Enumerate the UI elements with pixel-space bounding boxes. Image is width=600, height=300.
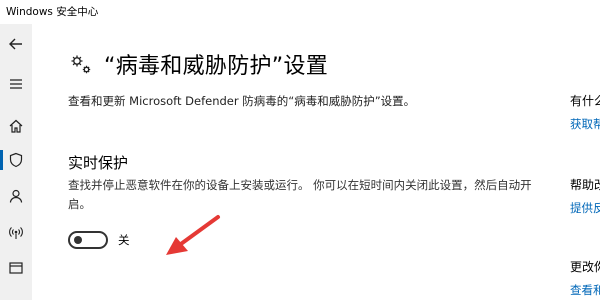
privacy-link[interactable]: 查看和 (570, 282, 600, 298)
realtime-toggle-row: 关 (68, 231, 130, 249)
page-title-text: “病毒和威胁防护”设置 (104, 54, 329, 79)
home-icon (9, 119, 23, 133)
person-icon (9, 189, 23, 203)
realtime-protection-toggle[interactable] (68, 231, 108, 249)
app-window: Windows 安全中心 “病毒和威胁防护”设置 查看和更新 Microsoft… (0, 0, 600, 300)
window-icon (9, 262, 23, 274)
nav-app-browser[interactable] (0, 252, 32, 284)
toggle-knob (74, 236, 82, 244)
window-title: Windows 安全中心 (6, 6, 99, 18)
main-content: “病毒和威胁防护”设置 查看和更新 Microsoft Defender 防病毒… (32, 24, 600, 300)
realtime-protection-description: 查找并停止恶意软件在你的设备上安装或运行。 你可以在短时间内关闭此设置，然后自动… (68, 178, 532, 211)
back-button[interactable] (0, 28, 32, 60)
page-title: “病毒和威胁防护”设置 (68, 46, 328, 82)
menu-button[interactable] (0, 68, 32, 100)
nav-account[interactable] (0, 180, 32, 212)
toggle-state-label: 关 (118, 233, 130, 247)
feedback-link[interactable]: 提供反 (570, 200, 600, 216)
nav-home[interactable] (0, 110, 32, 142)
nav-rail (0, 24, 32, 300)
hamburger-icon (10, 79, 22, 89)
right-heading-improve: 帮助改 (570, 178, 600, 192)
gears-icon (71, 55, 91, 74)
right-column: 有什么 获取帮 帮助改 提供反 更改你 查看和 (570, 24, 600, 300)
wireless-icon (9, 227, 23, 239)
red-arrow-annotation (166, 215, 220, 255)
title-bar: Windows 安全中心 (0, 0, 600, 24)
right-heading-privacy: 更改你 (570, 260, 600, 274)
get-help-link[interactable]: 获取帮 (570, 116, 600, 132)
realtime-protection-title: 实时保护 (68, 154, 129, 172)
nav-firewall[interactable] (0, 216, 32, 248)
page-description: 查看和更新 Microsoft Defender 防病毒的“病毒和威胁防护”设置… (68, 94, 416, 108)
back-arrow-icon (9, 38, 22, 50)
shield-icon (9, 152, 23, 168)
right-heading-questions: 有什么 (570, 94, 600, 108)
nav-virus-protection[interactable] (0, 144, 32, 176)
